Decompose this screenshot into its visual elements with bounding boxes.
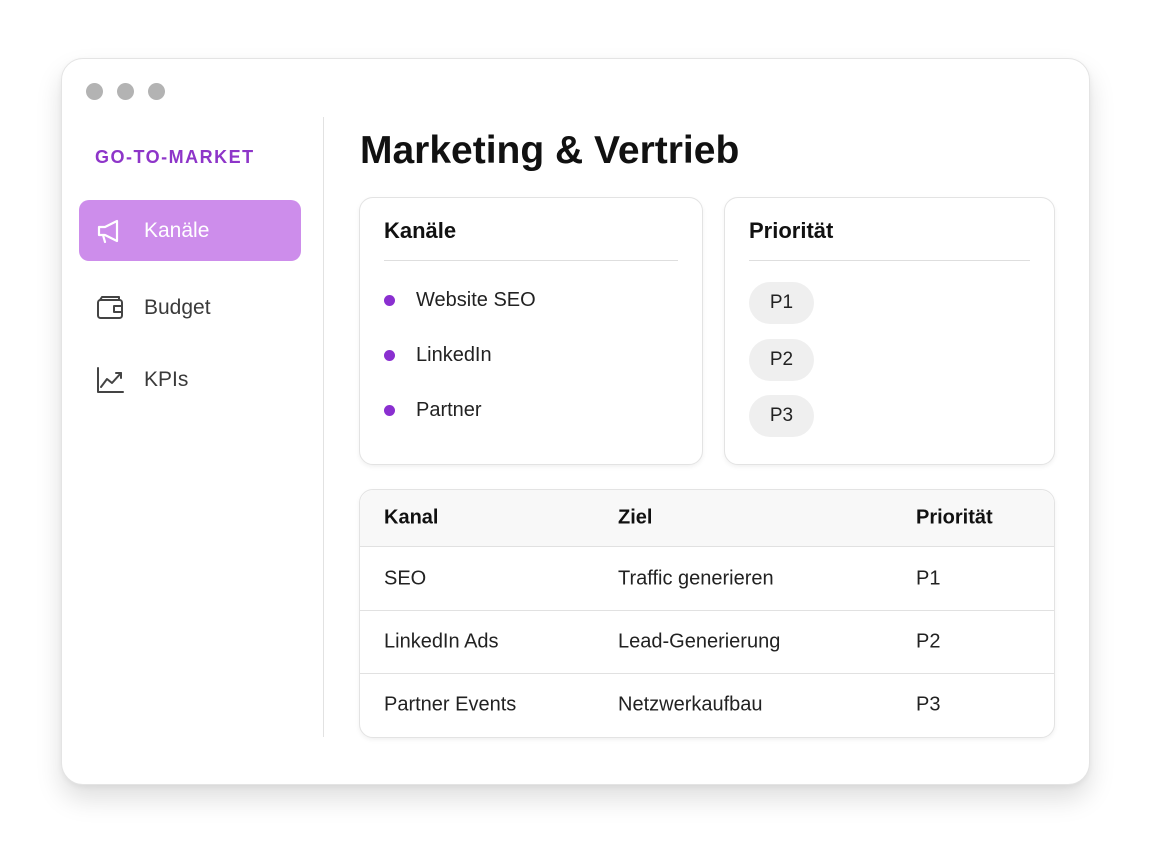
list-item: Website SEO <box>384 289 536 312</box>
table-row: SEO Traffic generieren P1 <box>360 547 1054 611</box>
sidebar-item-kpis[interactable]: KPIs <box>79 349 301 410</box>
sidebar-item-kanaele[interactable]: Kanäle <box>79 200 301 261</box>
bullet-icon <box>384 405 395 416</box>
list-item: Partner <box>384 399 482 422</box>
channels-table: Kanal Ziel Priorität SEO Traffic generie… <box>359 489 1055 738</box>
list-item-label: Website SEO <box>416 289 536 311</box>
list-item-label: LinkedIn <box>416 344 492 366</box>
channels-card-title: Kanäle <box>384 218 457 243</box>
list-item: LinkedIn <box>384 344 492 367</box>
minimize-window-button[interactable] <box>117 83 134 100</box>
cell-kanal: Partner Events <box>384 693 517 715</box>
cell-ziel: Traffic generieren <box>618 567 774 589</box>
table-row: LinkedIn Ads Lead-Generierung P2 <box>360 610 1054 674</box>
bullet-icon <box>384 350 395 361</box>
divider <box>749 260 1030 261</box>
cell-kanal: LinkedIn Ads <box>384 630 499 652</box>
close-window-button[interactable] <box>86 83 103 100</box>
list-item-label: Partner <box>416 399 482 421</box>
sidebar-item-label: Kanäle <box>144 218 210 242</box>
line-chart-icon <box>95 365 125 395</box>
table-header: Kanal Ziel Priorität <box>360 490 1054 547</box>
cell-prioritaet: P1 <box>916 567 941 589</box>
priority-card: Priorität P1 P2 P3 <box>724 197 1055 465</box>
cell-ziel: Lead-Generierung <box>618 630 781 652</box>
sidebar-item-budget[interactable]: Budget <box>79 277 301 338</box>
priority-badge: P2 <box>749 339 814 381</box>
window-controls <box>86 83 165 100</box>
app-window: GO-TO-MARKET Kanäle Budget KPIs Marketin… <box>61 58 1090 785</box>
cell-kanal: SEO <box>384 567 427 589</box>
page-title: Marketing & Vertrieb <box>360 129 740 172</box>
cell-prioritaet: P3 <box>916 693 941 715</box>
column-header-ziel: Ziel <box>618 506 653 529</box>
channels-card: Kanäle Website SEO LinkedIn Partner <box>359 197 703 465</box>
wallet-icon <box>95 293 125 323</box>
priority-card-title: Priorität <box>749 218 834 243</box>
cell-prioritaet: P2 <box>916 630 941 652</box>
table-row: Partner Events Netzwerkaufbau P3 <box>360 673 1054 736</box>
divider <box>384 260 678 261</box>
megaphone-icon <box>95 216 125 246</box>
bullet-icon <box>384 295 395 306</box>
priority-badge: P1 <box>749 282 814 324</box>
cell-ziel: Netzwerkaufbau <box>618 693 763 715</box>
sidebar-item-label: Budget <box>144 295 211 319</box>
zoom-window-button[interactable] <box>148 83 165 100</box>
priority-badge: P3 <box>749 395 814 437</box>
column-header-prioritaet: Priorität <box>916 506 993 529</box>
sidebar-item-label: KPIs <box>144 367 189 391</box>
sidebar-section-title: GO-TO-MARKET <box>95 147 255 167</box>
column-header-kanal: Kanal <box>384 506 439 529</box>
